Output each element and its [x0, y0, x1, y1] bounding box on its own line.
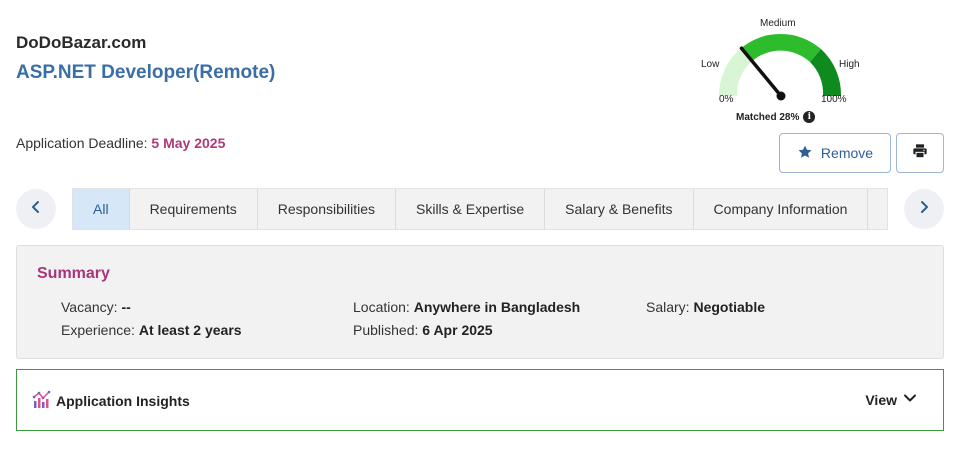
- match-gauge: Medium Low High 0% 100% Matched 28% i: [690, 10, 870, 128]
- tabs-scroll-right-button[interactable]: [904, 189, 944, 229]
- matched-text: Matched 28%: [736, 111, 800, 123]
- application-insights-panel: Application Insights View: [16, 369, 944, 431]
- location-label: Location:: [353, 299, 410, 315]
- info-icon[interactable]: i: [803, 111, 816, 123]
- tabs-scroll-left-button[interactable]: [16, 189, 56, 229]
- salary-field: Salary: Negotiable: [646, 299, 765, 315]
- insights-view-toggle[interactable]: View: [865, 391, 917, 408]
- tab-all[interactable]: All: [73, 189, 130, 229]
- location-field: Location: Anywhere in Bangladesh: [353, 299, 580, 315]
- printer-icon: [912, 143, 928, 164]
- tab-salary-benefits[interactable]: Salary & Benefits: [545, 189, 694, 229]
- gauge-min-label: 0%: [719, 94, 734, 105]
- matched-score: Matched 28% i: [736, 111, 816, 123]
- experience-label: Experience:: [61, 322, 135, 338]
- vacancy-value: --: [121, 299, 131, 315]
- vacancy-label: Vacancy:: [61, 299, 118, 315]
- job-title: ASP.NET Developer(Remote): [16, 62, 276, 83]
- deadline-label: Application Deadline:: [16, 135, 148, 151]
- application-deadline: Application Deadline: 5 May 2025: [16, 135, 225, 151]
- deadline-date: 5 May 2025: [151, 135, 226, 151]
- tab-requirements[interactable]: Requirements: [130, 189, 258, 229]
- gauge-medium-segment: [740, 33, 821, 62]
- section-tabs: All Requirements Responsibilities Skills…: [72, 188, 888, 230]
- published-value: 6 Apr 2025: [422, 322, 493, 338]
- summary-title: Summary: [37, 265, 110, 282]
- experience-field: Experience: At least 2 years: [61, 322, 242, 338]
- gauge-needle: [739, 46, 783, 98]
- remove-button-label: Remove: [820, 145, 874, 161]
- tab-skills-expertise[interactable]: Skills & Expertise: [396, 189, 546, 229]
- experience-value: At least 2 years: [138, 322, 242, 338]
- remove-button[interactable]: Remove: [779, 133, 891, 173]
- published-field: Published: 6 Apr 2025: [353, 322, 493, 338]
- chevron-left-icon: [29, 200, 43, 219]
- vacancy-field: Vacancy: --: [61, 299, 131, 315]
- insights-chart-icon: [32, 389, 52, 412]
- view-label: View: [865, 391, 897, 408]
- insights-title: Application Insights: [56, 392, 190, 409]
- company-name: DoDoBazar.com: [16, 33, 147, 52]
- tab-company-information[interactable]: Company Information: [694, 189, 869, 229]
- chevron-right-icon: [917, 200, 931, 219]
- salary-value: Negotiable: [693, 299, 766, 315]
- gauge-needle-hub: [776, 91, 786, 101]
- chevron-down-icon: [903, 391, 917, 408]
- star-icon: [797, 144, 813, 163]
- tab-responsibilities[interactable]: Responsibilities: [258, 189, 396, 229]
- gauge-label-low: Low: [701, 59, 720, 70]
- gauge-max-label: 100%: [821, 94, 847, 105]
- published-label: Published:: [353, 322, 419, 338]
- print-button[interactable]: [896, 133, 944, 173]
- salary-label: Salary:: [646, 299, 690, 315]
- summary-panel: Summary Vacancy: -- Experience: At least…: [16, 245, 944, 359]
- insights-heading: Application Insights: [32, 389, 190, 412]
- location-value: Anywhere in Bangladesh: [413, 299, 581, 315]
- gauge-label-medium: Medium: [760, 18, 796, 29]
- gauge-label-high: High: [839, 59, 860, 70]
